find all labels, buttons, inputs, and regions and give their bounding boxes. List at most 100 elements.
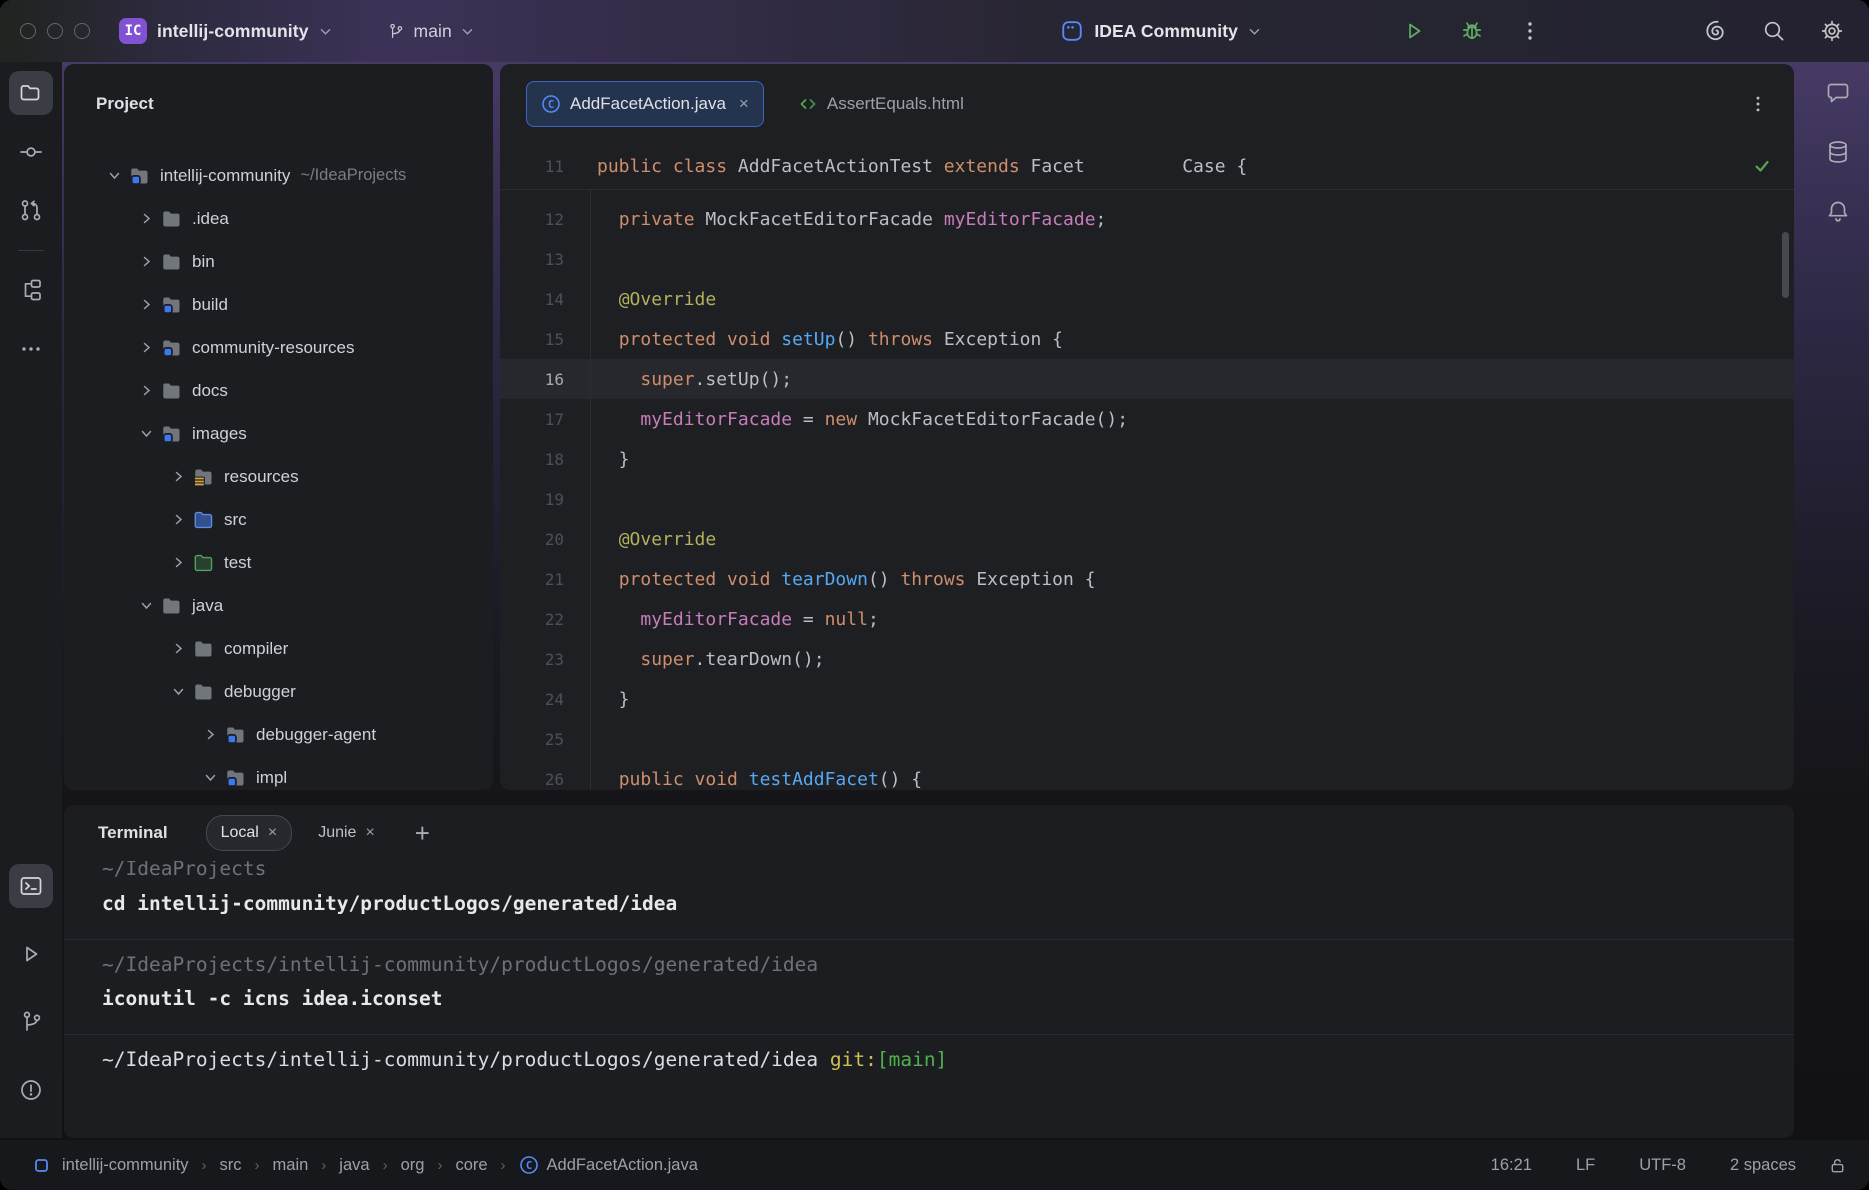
more-tool-button[interactable] — [9, 327, 53, 371]
terminal-tab-Local[interactable]: Local× — [206, 815, 293, 851]
terminal-tab-Junie[interactable]: Junie× — [304, 816, 389, 850]
close-terminal-tab-icon[interactable]: × — [365, 824, 374, 842]
chevron-right-icon[interactable] — [137, 255, 155, 268]
chevron-down-icon[interactable] — [105, 169, 123, 182]
tree-item-community-resources[interactable]: community-resources — [64, 326, 493, 369]
code-line[interactable]: 26 public void testAddFacet() { — [500, 759, 1794, 790]
run-configuration-widget[interactable]: IDEA Community — [1060, 19, 1261, 43]
file-encoding-widget[interactable]: UTF-8 — [1639, 1156, 1686, 1175]
breadcrumb-item-core[interactable]: core — [455, 1156, 487, 1175]
chevron-right-icon[interactable] — [169, 470, 187, 483]
sticky-code-line[interactable]: 11public class AddFacetActionTest extend… — [500, 143, 1794, 190]
code-line[interactable]: 16 super.setUp(); — [500, 359, 1794, 399]
branch-widget[interactable]: main — [386, 21, 474, 42]
chevron-down-icon[interactable] — [137, 599, 155, 612]
run-play-button[interactable] — [1397, 14, 1431, 48]
tree-item-debugger[interactable]: debugger — [64, 670, 493, 713]
code-line[interactable]: 13 — [500, 239, 1794, 279]
chevron-down-icon[interactable] — [137, 427, 155, 440]
tree-item-debugger-agent[interactable]: debugger-agent — [64, 713, 493, 756]
line-number: 24 — [500, 690, 590, 709]
new-terminal-tab-button[interactable]: + — [415, 818, 430, 849]
caret-position-widget[interactable]: 16:21 — [1491, 1156, 1532, 1175]
terminal-output[interactable]: ~/IdeaProjectscd intellij-community/prod… — [64, 861, 1794, 1077]
debug-button[interactable] — [1455, 14, 1489, 48]
structure-tool-button[interactable] — [9, 268, 53, 312]
kebab-button[interactable] — [1513, 14, 1547, 48]
editor-tab-AssertEquals.html[interactable]: AssertEquals.html — [784, 81, 978, 127]
breadcrumb-item-main[interactable]: main — [273, 1156, 309, 1175]
chevron-down-icon[interactable] — [169, 685, 187, 698]
project-tool-button[interactable] — [9, 71, 53, 115]
ai-chat-tool-button[interactable] — [1816, 71, 1860, 115]
code-text: @Override — [590, 529, 716, 550]
tree-item-docs[interactable]: docs — [64, 369, 493, 412]
chevron-right-icon[interactable] — [169, 556, 187, 569]
chevron-right-icon[interactable] — [137, 341, 155, 354]
code-line[interactable]: 20 @Override — [500, 519, 1794, 559]
tree-item-src[interactable]: src — [64, 498, 493, 541]
code-line[interactable]: 14 @Override — [500, 279, 1794, 319]
inspections-ok-icon[interactable] — [1752, 156, 1772, 181]
project-widget[interactable]: IC intellij-community — [119, 18, 332, 44]
minimize-window-button[interactable] — [47, 23, 63, 39]
close-tab-icon[interactable]: × — [739, 94, 749, 114]
indent-style-widget[interactable]: 2 spaces — [1730, 1156, 1796, 1175]
breadcrumb-item-src[interactable]: src — [220, 1156, 242, 1175]
editor-tab-AddFacetAction.java[interactable]: CAddFacetAction.java× — [526, 81, 764, 127]
breadcrumb-item-java[interactable]: java — [339, 1156, 369, 1175]
close-terminal-tab-icon[interactable]: × — [268, 824, 277, 842]
chevron-right-icon[interactable] — [137, 298, 155, 311]
editor-options-button[interactable] — [1740, 86, 1776, 122]
chevron-down-icon[interactable] — [201, 771, 219, 784]
tree-item-.idea[interactable]: .idea — [64, 197, 493, 240]
commit-tool-button[interactable] — [9, 130, 53, 174]
code-line[interactable]: 25 — [500, 719, 1794, 759]
close-window-button[interactable] — [20, 23, 36, 39]
settings-button[interactable] — [1815, 14, 1849, 48]
breadcrumb-item-AddFacetAction.java[interactable]: CAddFacetAction.java — [519, 1155, 698, 1175]
ai-assistant-button[interactable] — [1699, 14, 1733, 48]
code-editor-area[interactable]: 11public class AddFacetActionTest extend… — [500, 143, 1794, 790]
code-line[interactable]: 23 super.tearDown(); — [500, 639, 1794, 679]
code-line[interactable]: 21 protected void tearDown() throws Exce… — [500, 559, 1794, 599]
code-line[interactable]: 18 } — [500, 439, 1794, 479]
code-line[interactable]: 17 myEditorFacade = new MockFacetEditorF… — [500, 399, 1794, 439]
code-line[interactable]: 24 } — [500, 679, 1794, 719]
editor-scrollbar-thumb[interactable] — [1782, 232, 1789, 298]
notifications-tool-button[interactable] — [1816, 189, 1860, 233]
code-line[interactable]: 12 private MockFacetEditorFacade myEdito… — [500, 199, 1794, 239]
chevron-right-icon[interactable] — [169, 513, 187, 526]
chevron-right-icon[interactable] — [201, 728, 219, 741]
search-button[interactable] — [1757, 14, 1791, 48]
tree-item-bin[interactable]: bin — [64, 240, 493, 283]
line-separator-widget[interactable]: LF — [1576, 1156, 1595, 1175]
terminal-tool-button[interactable] — [9, 864, 53, 908]
zoom-window-button[interactable] — [74, 23, 90, 39]
tree-item-impl[interactable]: impl — [64, 756, 493, 790]
chevron-right-icon[interactable] — [137, 212, 155, 225]
tree-item-intellij-community[interactable]: intellij-community~/IdeaProjects — [64, 154, 493, 197]
chevron-right-icon[interactable] — [137, 384, 155, 397]
editor-tab-bar: CAddFacetAction.java× AssertEquals.html — [500, 64, 1794, 144]
database-tool-button[interactable] — [1816, 130, 1860, 174]
tree-item-resources[interactable]: resources — [64, 455, 493, 498]
tree-item-compiler[interactable]: compiler — [64, 627, 493, 670]
tree-item-build[interactable]: build — [64, 283, 493, 326]
breadcrumb-item-intellij-community[interactable]: intellij-community — [62, 1156, 189, 1175]
code-line[interactable]: 15 protected void setUp() throws Excepti… — [500, 319, 1794, 359]
pull-requests-tool-button[interactable] — [9, 189, 53, 233]
run-tool-button[interactable] — [9, 932, 53, 976]
breadcrumb-item-org[interactable]: org — [401, 1156, 425, 1175]
code-line[interactable]: 22 myEditorFacade = null; — [500, 599, 1794, 639]
branch-tool-button[interactable] — [9, 1000, 53, 1044]
tree-item-label: debugger — [224, 682, 296, 702]
tree-item-test[interactable]: test — [64, 541, 493, 584]
chevron-right-icon[interactable] — [169, 642, 187, 655]
problems-tool-button[interactable] — [9, 1068, 53, 1112]
tree-item-images[interactable]: images — [64, 412, 493, 455]
file-writable-icon[interactable] — [1828, 1156, 1847, 1175]
tree-item-java[interactable]: java — [64, 584, 493, 627]
tree-item-label: java — [192, 596, 223, 616]
code-line[interactable]: 19 — [500, 479, 1794, 519]
